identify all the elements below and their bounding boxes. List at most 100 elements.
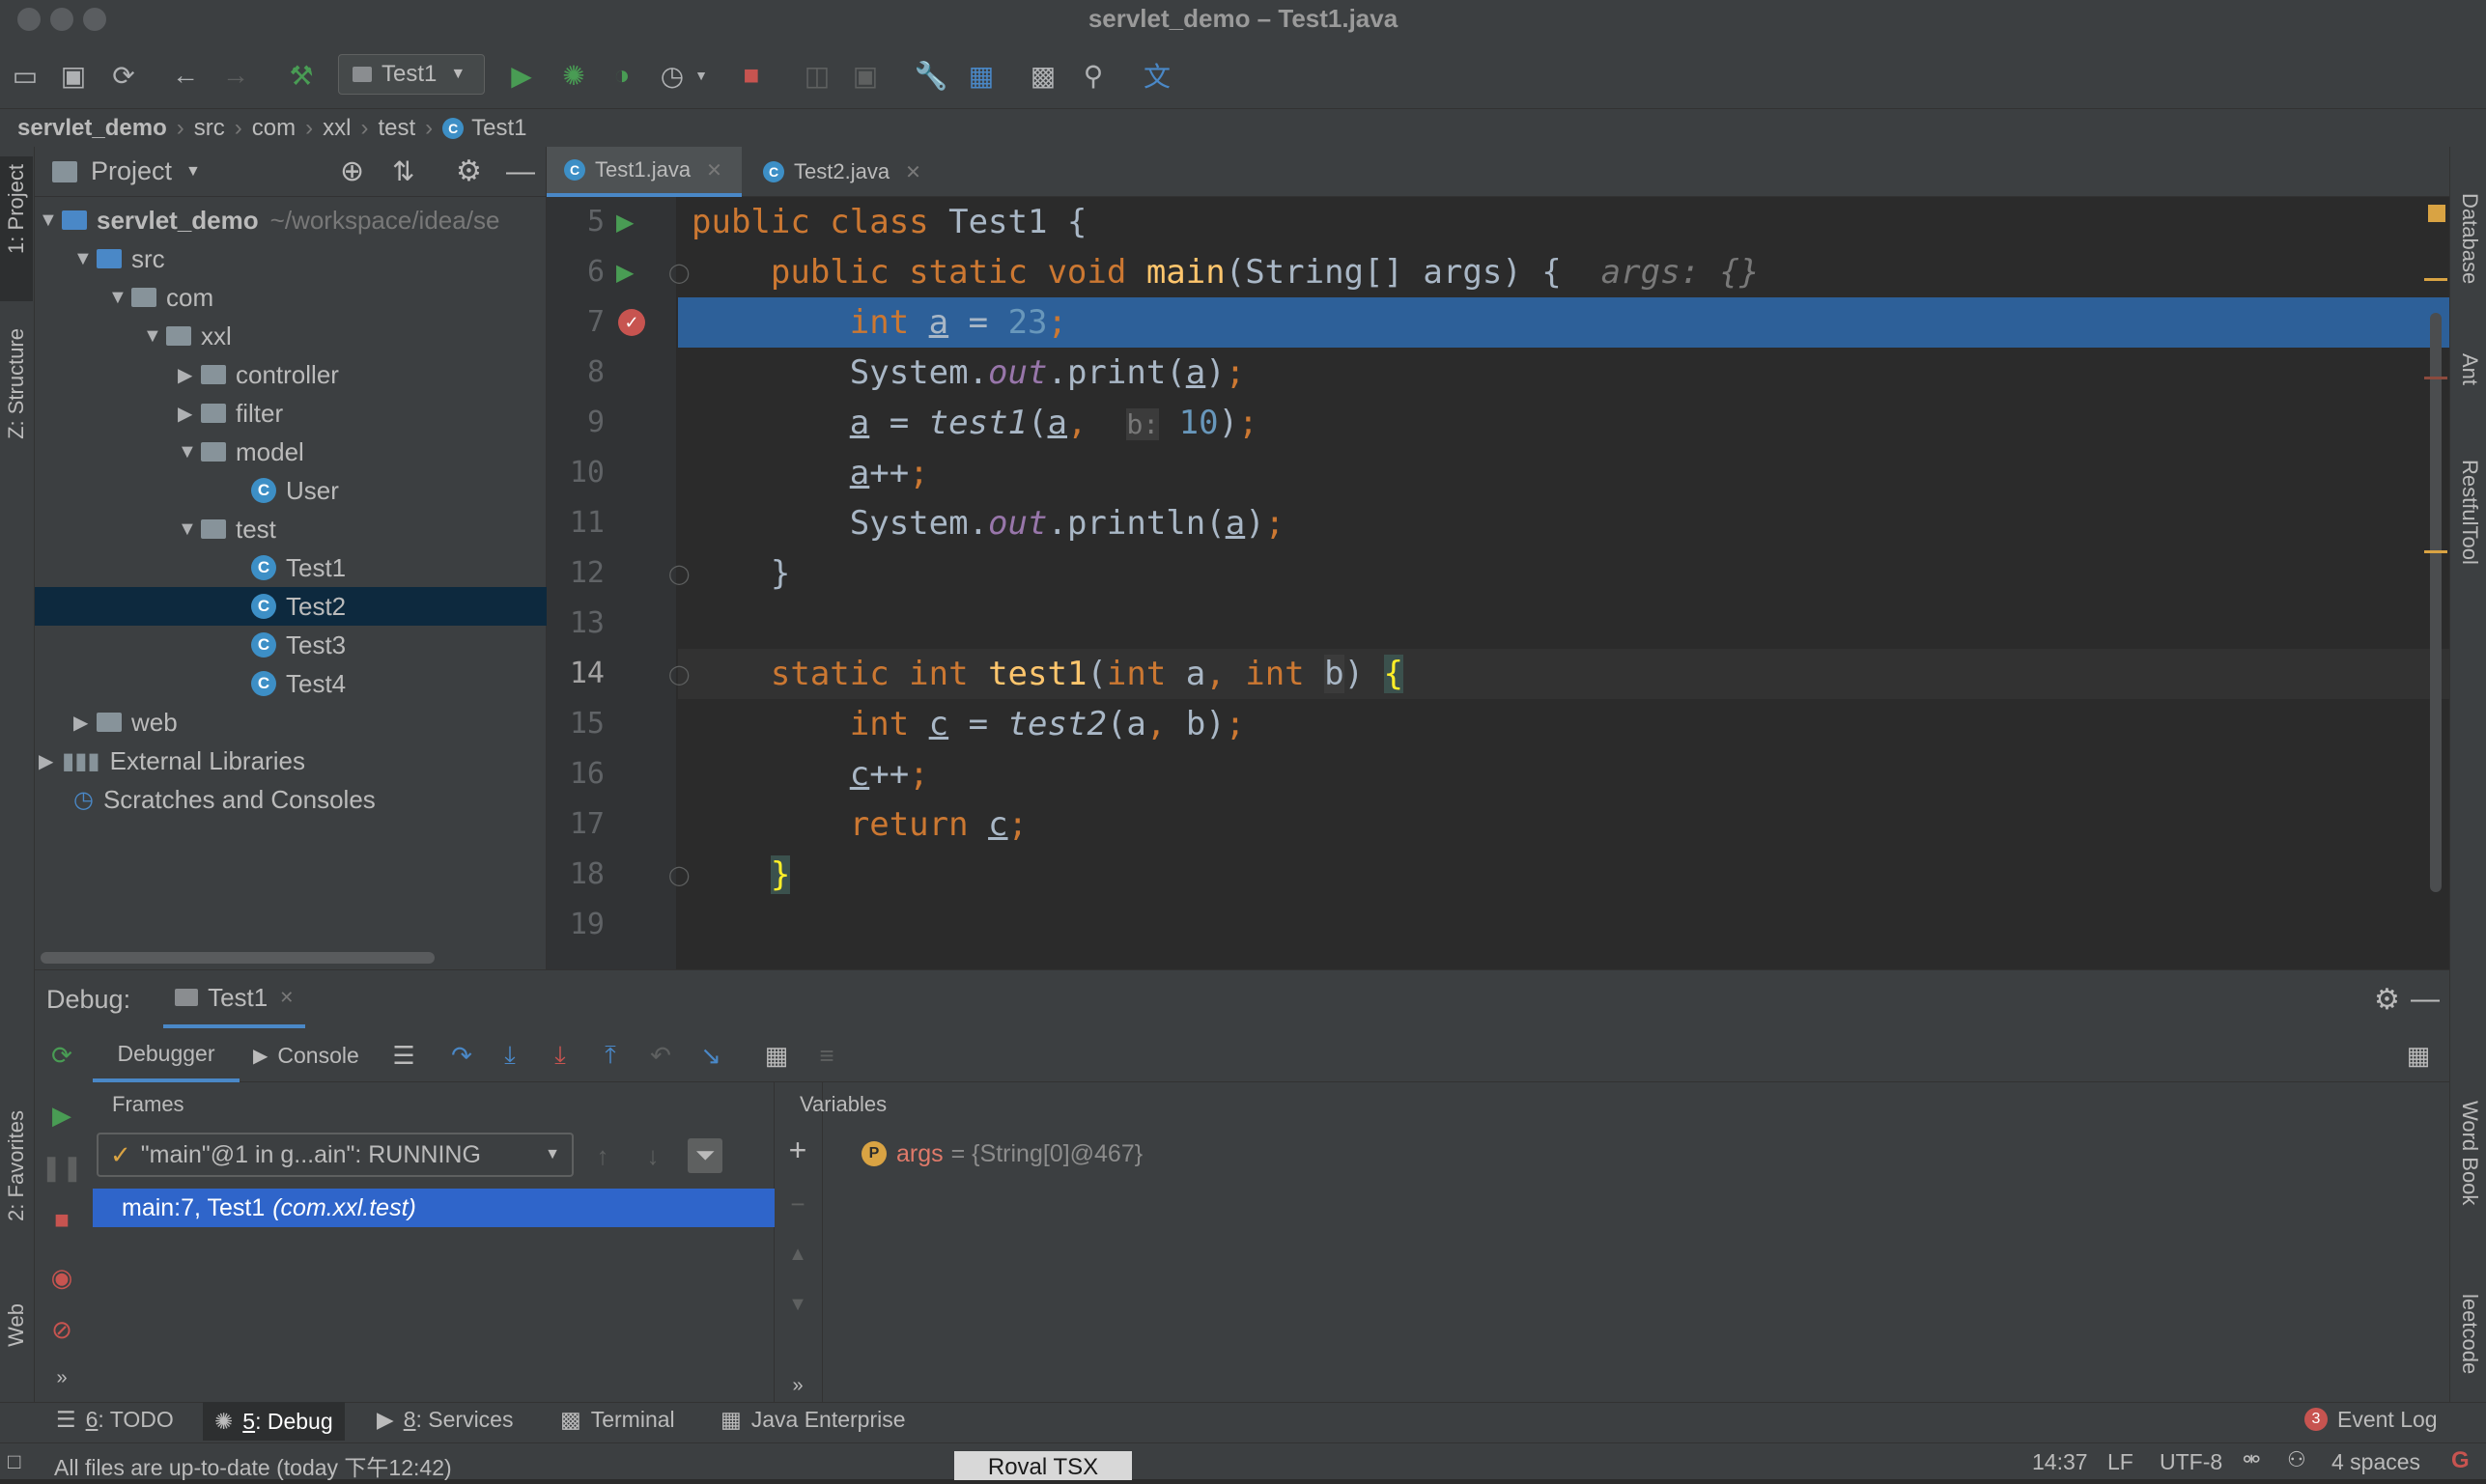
force-step-into-icon[interactable]: ⤓ (543, 1038, 578, 1073)
build-hammer-icon[interactable]: ⚒ (282, 56, 321, 95)
forward-icon[interactable]: → (216, 56, 255, 95)
settings-wrench-icon[interactable]: 🔧 (912, 56, 950, 95)
project-structure-icon[interactable]: ▦ (962, 56, 1001, 95)
breadcrumb-item-com[interactable]: com (252, 115, 296, 142)
indent-setting[interactable]: 4 spaces (2331, 1449, 2420, 1475)
arrow-up-icon[interactable]: ↑ (585, 1138, 620, 1173)
debug-bug-icon[interactable]: ✺ (554, 56, 593, 95)
tool-tab-database-label[interactable]: Database (2457, 193, 2482, 284)
project-horizontal-scrollbar[interactable] (41, 952, 435, 964)
fold-marker-icon[interactable]: ◯ (668, 863, 690, 887)
bottom-tab-services[interactable]: ▶ 8: Services (377, 1402, 513, 1437)
stop-icon[interactable]: ■ (44, 1202, 79, 1237)
breadcrumb-item-test[interactable]: test (378, 115, 415, 142)
save-icon[interactable]: ▣ (54, 56, 93, 95)
profile-icon[interactable]: ◷ (653, 56, 692, 95)
evaluate-expression-icon[interactable]: ▦ (759, 1038, 794, 1073)
tab-console[interactable]: ▶ Console (253, 1028, 379, 1082)
gear-icon[interactable]: ⚙ (456, 154, 482, 188)
attach-icon[interactable]: ◫ (798, 56, 836, 95)
stop-icon[interactable]: ■ (732, 56, 771, 95)
layout-icon[interactable]: ▦ (2401, 1038, 2436, 1073)
tree-item-external-libraries[interactable]: ▶ ▮▮▮ External Libraries (35, 742, 305, 780)
back-icon[interactable]: ← (166, 56, 205, 95)
bottom-tab-debug[interactable]: ✺ 5: Debug (203, 1402, 345, 1441)
tree-item-controller[interactable]: ▶ controller (35, 355, 339, 394)
move-down-icon[interactable]: ▼ (780, 1287, 815, 1322)
locate-icon[interactable]: ⊕ (340, 154, 364, 188)
open-folder-icon[interactable]: ▭ (6, 56, 44, 95)
profile-dropdown-icon[interactable]: ▼ (692, 56, 711, 95)
hide-panel-icon[interactable]: — (2411, 983, 2440, 1016)
close-tab-icon[interactable]: ✕ (905, 160, 921, 184)
terminal-window-icon[interactable]: ▩ (1024, 56, 1062, 95)
add-watch-icon[interactable]: + (780, 1133, 815, 1167)
debug-session-tab[interactable]: Test1 ✕ (163, 970, 306, 1028)
tree-item-com[interactable]: ▼ com (35, 278, 213, 317)
tree-item-test[interactable]: ▼ test (35, 510, 276, 548)
show-execution-point-icon[interactable]: ☰ (386, 1038, 421, 1073)
lock-icon[interactable]: ⚮ (2243, 1447, 2260, 1472)
run-to-cursor-icon[interactable]: ↘ (693, 1038, 728, 1073)
bottom-tab-terminal[interactable]: ▩ Terminal (560, 1402, 675, 1437)
fold-marker-icon[interactable]: ◯ (668, 662, 690, 686)
tree-item-src[interactable]: ▼ src (35, 239, 165, 278)
tool-tab-structure-label[interactable]: Z: Structure (4, 328, 29, 439)
variable-row[interactable]: P args = {String[0]@467} (862, 1136, 1143, 1171)
filter-icon[interactable]: ⏷ (688, 1138, 722, 1173)
tree-item-test3[interactable]: C Test3 (35, 626, 346, 664)
fold-marker-icon[interactable]: ◯ (668, 261, 690, 285)
more-icon[interactable]: » (44, 1360, 79, 1395)
tab-debugger[interactable]: Debugger (93, 1028, 240, 1082)
trace-stream-icon[interactable]: ≡ (809, 1038, 844, 1073)
breadcrumb-item-project[interactable]: servlet_demo (17, 115, 167, 142)
thread-select[interactable]: ✓ "main"@1 in g...ain": RUNNING ▼ (97, 1133, 574, 1177)
tool-tab-leetcode-label[interactable]: leetcode (2457, 1294, 2482, 1374)
view-breakpoints-icon[interactable]: ◉ (44, 1260, 79, 1295)
bottom-tab-java-enterprise[interactable]: ▦ Java Enterprise (720, 1402, 906, 1437)
editor-tab-test2[interactable]: C Test2.java ✕ (749, 147, 943, 197)
translate-icon[interactable]: 文 (1138, 56, 1176, 95)
run-config-select[interactable]: Test1 ▼ (338, 54, 485, 95)
breadcrumb-item-src[interactable]: src (194, 115, 225, 142)
pause-icon[interactable]: ❚❚ (41, 1150, 83, 1185)
fold-marker-icon[interactable]: ◯ (668, 562, 690, 586)
tree-item-user[interactable]: C User (35, 471, 339, 510)
sync-icon[interactable]: ⟳ (104, 56, 143, 95)
search-icon[interactable]: ⚲ (1074, 56, 1113, 95)
tool-tab-wordbook-label[interactable]: Word Book (2457, 1101, 2482, 1205)
tool-tab-web-label[interactable]: Web (4, 1303, 29, 1347)
inspector-icon[interactable]: ⚇ (2287, 1447, 2306, 1472)
tree-item-servlet-demo[interactable]: ▼ servlet_demo ~/workspace/idea/se (35, 201, 499, 239)
toggle-tool-windows-icon[interactable]: □ (8, 1449, 20, 1474)
hide-panel-icon[interactable]: — (506, 155, 535, 188)
step-out-icon[interactable]: ⤒ (593, 1038, 628, 1073)
coverage-icon[interactable]: ◑ (603, 56, 641, 95)
tree-item-filter[interactable]: ▶ filter (35, 394, 283, 433)
tree-item-scratches[interactable]: ◷ Scratches and Consoles (35, 780, 376, 819)
editor-vertical-scrollbar[interactable] (2430, 313, 2442, 892)
close-tab-icon[interactable]: ✕ (279, 988, 294, 1008)
tool-tab-favorites-label[interactable]: 2: Favorites (4, 1110, 29, 1221)
gear-icon[interactable]: ⚙ (2374, 983, 2400, 1017)
tree-item-xxl[interactable]: ▼ xxl (35, 317, 232, 355)
tree-item-web[interactable]: ▶ web (35, 703, 178, 742)
chevron-down-icon[interactable]: ▼ (185, 163, 201, 181)
frame-row-selected[interactable]: main:7, Test1 (com.xxl.test) (93, 1189, 775, 1227)
step-over-icon[interactable]: ↷ (444, 1038, 479, 1073)
run-gutter-icon[interactable]: ▶ (616, 209, 634, 237)
breadcrumb-item-class[interactable]: Test1 (471, 115, 526, 142)
close-tab-icon[interactable]: ✕ (706, 158, 722, 182)
caret-position[interactable]: 14:37 (2032, 1449, 2088, 1475)
tree-item-test1[interactable]: C Test1 (35, 548, 346, 587)
move-up-icon[interactable]: ▲ (780, 1237, 815, 1272)
run-icon[interactable]: ▶ (502, 56, 541, 95)
line-separator[interactable]: LF (2107, 1449, 2133, 1475)
drop-frame-icon[interactable]: ↶ (643, 1038, 678, 1073)
tool-tab-restful-label[interactable]: RestfulTool (2457, 460, 2482, 565)
arrow-down-icon[interactable]: ↓ (636, 1138, 670, 1173)
step-into-icon[interactable]: ⤓ (493, 1038, 527, 1073)
code-editor[interactable]: 5 ▶ 6 ▶ 7 ✓ 8 9 10 11 12 13 14 15 16 17 … (547, 197, 2449, 969)
tree-item-test4[interactable]: C Test4 (35, 664, 346, 703)
run-gutter-icon[interactable]: ▶ (616, 259, 634, 287)
